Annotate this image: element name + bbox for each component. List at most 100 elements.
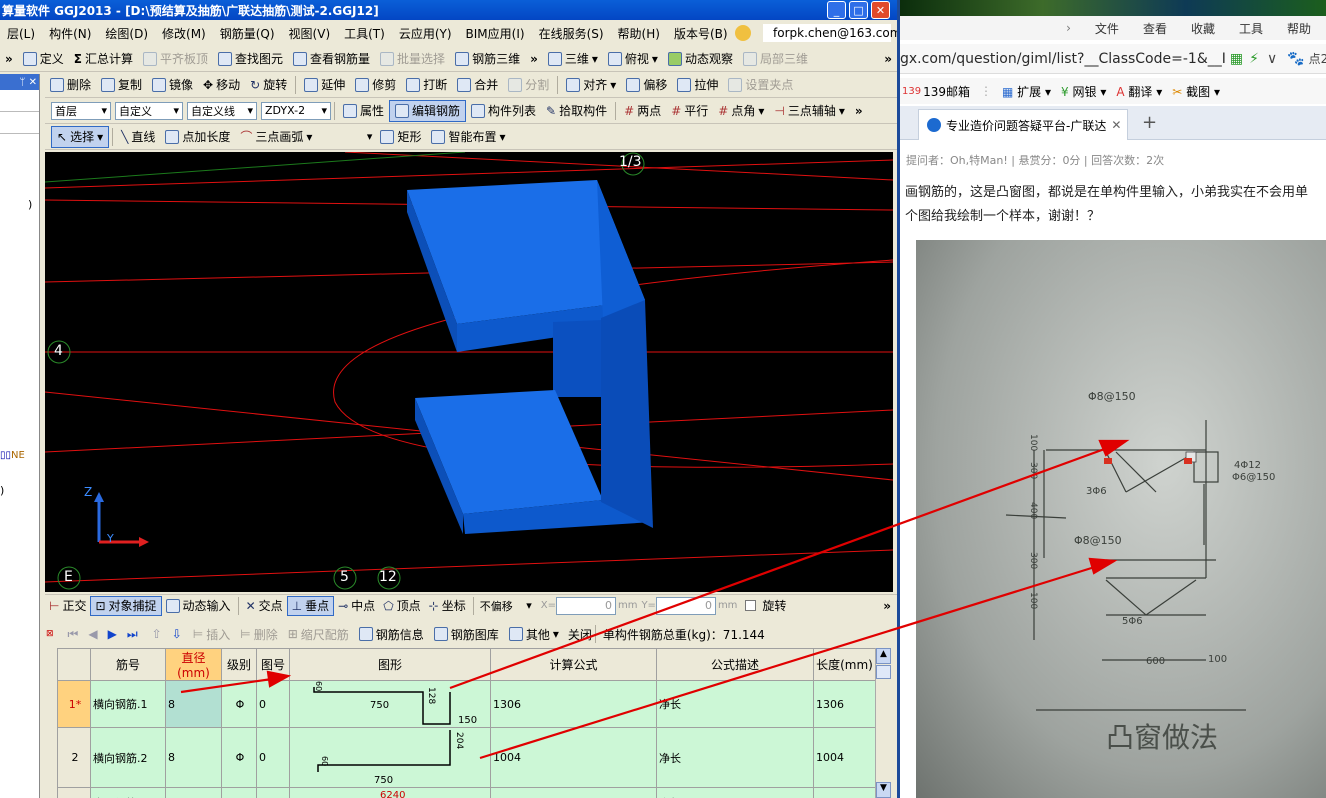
ortho-button[interactable]: ⊢ 正交: [45, 597, 90, 614]
move-down-icon[interactable]: ⇩: [172, 627, 182, 641]
browser-menu-tools[interactable]: 工具: [1239, 20, 1263, 37]
prev-record-icon[interactable]: ◀: [88, 627, 97, 641]
rotate-checkbox[interactable]: [745, 600, 757, 611]
figure-cell[interactable]: 0: [256, 727, 290, 788]
baidu-paw-icon[interactable]: 🐾: [1287, 51, 1304, 67]
bar-no-cell[interactable]: 横向钢筋.2: [90, 727, 166, 788]
align-slab-top-button[interactable]: 平齐板顶: [138, 48, 213, 70]
delete-button[interactable]: 删除: [45, 74, 96, 96]
formula-cell[interactable]: 1306: [490, 680, 657, 728]
type-select[interactable]: 自定义 ▾: [115, 101, 183, 120]
component-select[interactable]: ZDYX-2 ▾: [261, 101, 331, 120]
top-view-dropdown[interactable]: 俯视 ▾: [603, 48, 663, 70]
row-index[interactable]: 3: [57, 787, 91, 798]
view-3d-dropdown[interactable]: 三维 ▾: [543, 48, 603, 70]
browser-menu-help[interactable]: 帮助: [1287, 20, 1311, 37]
browser-menu-favorites[interactable]: 收藏: [1191, 20, 1215, 37]
table-scrollbar[interactable]: ▲ ▼: [875, 648, 891, 798]
browser-nav-chevron-icon[interactable]: ›: [1066, 21, 1071, 35]
midpoint-snap-button[interactable]: ⊸ 中点: [334, 597, 379, 614]
trim-button[interactable]: 修剪: [350, 74, 401, 96]
menu-modify[interactable]: 修改(M): [155, 25, 213, 42]
figure-cell[interactable]: 0: [256, 680, 290, 728]
select-button[interactable]: ↖ 选择 ▾: [51, 125, 110, 148]
scale-rebar-button[interactable]: ⊞ 缩尺配筋: [283, 626, 354, 643]
panel-close-icon[interactable]: ⊠: [46, 629, 54, 639]
bar-no-cell[interactable]: 横向钢筋.1: [90, 680, 166, 728]
delete-row-button[interactable]: ⊨ 删除: [235, 626, 282, 643]
view-rebar-qty-button[interactable]: 查看钢筋量: [288, 48, 375, 70]
close-button[interactable]: ✕: [871, 1, 890, 19]
rectangle-button[interactable]: 矩形: [375, 126, 426, 148]
object-snap-button[interactable]: ⊡ 对象捕捉: [90, 595, 162, 616]
scroll-up-icon[interactable]: ▲: [876, 648, 891, 664]
move-button[interactable]: ✥ 移动: [198, 74, 245, 96]
formula-cell[interactable]: 6240: [490, 787, 657, 798]
column-header-figure[interactable]: 图号: [256, 648, 290, 681]
rebar-library-button[interactable]: 钢筋图库: [429, 626, 504, 643]
overflow-chevron-icon-4[interactable]: »: [850, 100, 868, 122]
account-dropdown[interactable]: forpk.chen@163.com▾: [763, 24, 897, 42]
arc-option-select[interactable]: ▾: [317, 128, 375, 146]
formula-cell[interactable]: 1004: [490, 727, 657, 788]
qr-icon[interactable]: ▦: [1230, 51, 1243, 67]
extend-button[interactable]: 延伸: [299, 74, 350, 96]
address-dropdown-icon[interactable]: ∨: [1267, 51, 1277, 67]
next-record-icon[interactable]: ▶: [108, 627, 117, 641]
bookmark-banking[interactable]: ¥ 网银 ▾: [1061, 83, 1106, 100]
length-cell[interactable]: 1004: [813, 727, 875, 788]
pick-component-button[interactable]: ✎ 拾取构件: [541, 100, 612, 122]
minimize-button[interactable]: _: [827, 1, 846, 19]
bookmark-extensions[interactable]: ▦ 扩展 ▾: [1002, 83, 1051, 100]
y-input[interactable]: 0: [655, 596, 716, 615]
x-input[interactable]: 0: [555, 596, 616, 615]
vertex-snap-button[interactable]: ⬠ 顶点: [379, 597, 424, 614]
bar-no-cell[interactable]: 水平纵筋.1: [90, 787, 166, 798]
three-point-axis-button[interactable]: ⊣ 三点辅轴 ▾: [769, 100, 850, 122]
diameter-cell[interactable]: 8: [165, 680, 222, 728]
grade-cell[interactable]: Φ: [221, 680, 257, 728]
break-button[interactable]: 打断: [401, 74, 452, 96]
tab-close-icon[interactable]: ✕: [1111, 118, 1121, 132]
batch-select-button[interactable]: 批量选择: [375, 48, 450, 70]
shape-cell[interactable]: 6240: [289, 787, 491, 798]
table-row[interactable]: 3 水平纵筋.1 6 Φ 1 6240 6240 净长 6240: [57, 787, 875, 798]
menu-component[interactable]: 构件(N): [42, 25, 98, 42]
close-grid-button[interactable]: 关闭: [568, 626, 592, 643]
overflow-chevron-icon-5[interactable]: »: [883, 599, 891, 613]
merge-button[interactable]: 合并: [452, 74, 503, 96]
bookmark-screenshot[interactable]: ✂ 截图 ▾: [1172, 83, 1220, 100]
shape-cell[interactable]: 750 204 60: [289, 727, 491, 788]
bookmark-translate[interactable]: A 翻译 ▾: [1116, 83, 1162, 100]
browser-tab-active[interactable]: 专业造价问题答疑平台-广联达 ✕: [918, 109, 1128, 140]
align-button[interactable]: 对齐 ▾: [561, 74, 621, 96]
maximize-button[interactable]: □: [849, 1, 868, 19]
table-row[interactable]: 2 横向钢筋.2 8 Φ 0 750 204 60 1004 净长 1004: [57, 727, 875, 788]
point-angle-button[interactable]: # 点角 ▾: [713, 100, 769, 122]
row-index[interactable]: 1*: [57, 680, 91, 728]
grade-cell[interactable]: Φ: [221, 787, 257, 798]
lightning-icon[interactable]: ⚡: [1249, 51, 1259, 67]
row-index[interactable]: 2: [57, 727, 91, 788]
grade-cell[interactable]: Φ: [221, 727, 257, 788]
point-length-button[interactable]: 点加长度: [160, 126, 235, 148]
browser-menu-file[interactable]: 文件: [1095, 20, 1119, 37]
menu-rebar[interactable]: 钢筋量(Q): [213, 25, 282, 42]
column-header-diameter[interactable]: 直径(mm): [165, 648, 222, 681]
scroll-thumb[interactable]: [876, 665, 891, 679]
perpendicular-snap-button[interactable]: ⊥ 垂点: [286, 595, 335, 616]
edit-rebar-button[interactable]: 编辑钢筋: [389, 99, 467, 122]
dock-tree-row[interactable]: [0, 90, 39, 112]
line-button[interactable]: ╲ 直线: [116, 126, 160, 148]
last-record-icon[interactable]: ⏭: [127, 627, 138, 642]
intersection-snap-button[interactable]: ✕ 交点: [242, 597, 287, 614]
column-header-formula[interactable]: 计算公式: [490, 648, 657, 681]
scroll-down-icon[interactable]: ▼: [876, 782, 891, 798]
overflow-chevron-icon-3[interactable]: »: [879, 48, 897, 70]
3d-window-model[interactable]: [407, 180, 653, 534]
column-header-grade[interactable]: 级别: [221, 648, 257, 681]
set-grip-button[interactable]: 设置夹点: [723, 74, 798, 96]
address-bar[interactable]: gx.com/question/giml/list?__ClassCode=-1…: [900, 44, 1326, 74]
menu-floor[interactable]: 层(L): [0, 25, 42, 42]
avatar-icon[interactable]: [734, 25, 751, 41]
